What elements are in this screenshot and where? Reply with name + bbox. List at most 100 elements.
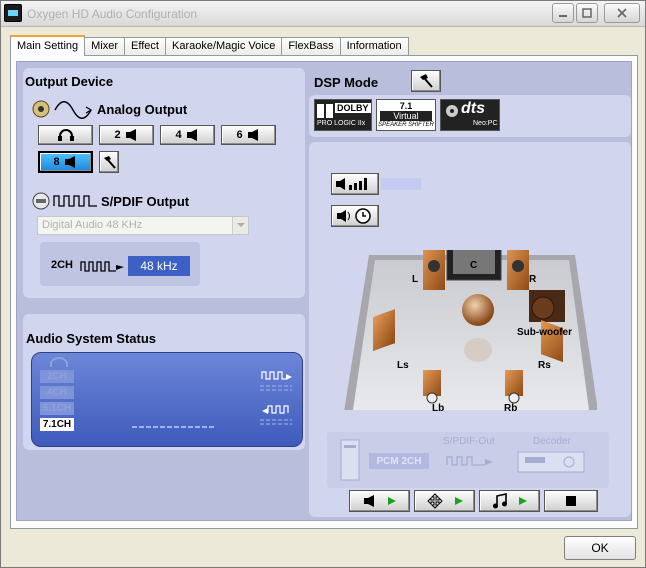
test-music-play-button[interactable] xyxy=(479,490,540,512)
indicator-lines xyxy=(260,419,292,425)
app-window: Oxygen HD Audio Configuration Main Setti… xyxy=(0,0,646,568)
tab-information[interactable]: Information xyxy=(339,37,409,56)
tab-bar: Main Setting Mixer Effect Karaoke/Magic … xyxy=(10,35,409,56)
spdif-format-value: Digital Audio 48 KHz xyxy=(42,219,143,231)
rotate-icon xyxy=(426,493,443,509)
dsp-mode-title: DSP Mode xyxy=(314,75,379,90)
spdif-format-dropdown[interactable]: Digital Audio 48 KHz xyxy=(37,216,249,235)
channel-4-label: 4 xyxy=(175,129,182,141)
spdif-channel-box: 2CH 48 kHz xyxy=(40,242,200,286)
headphones-icon xyxy=(50,357,68,367)
audio-status-title: Audio System Status xyxy=(26,331,157,346)
hammer-icon xyxy=(420,74,433,88)
dts-sub-label: Neo:PC xyxy=(473,120,498,127)
headphones-icon xyxy=(57,129,74,141)
output-device-title: Output Device xyxy=(25,74,114,89)
digital-in-icon xyxy=(261,371,292,380)
test-speaker-play-button[interactable] xyxy=(349,490,410,512)
spdif-jack-icon xyxy=(32,192,50,210)
analog-jack-icon xyxy=(32,100,50,118)
analog-output-label: Analog Output xyxy=(97,102,188,117)
channel-headphone-button[interactable] xyxy=(38,125,93,145)
title-bar: Oxygen HD Audio Configuration xyxy=(1,1,645,27)
spdif-output-label: S/PDIF Output xyxy=(101,194,190,209)
minimize-button[interactable] xyxy=(552,3,574,23)
window-title: Oxygen HD Audio Configuration xyxy=(27,7,198,21)
analog-wave-icon xyxy=(54,101,93,119)
tab-flexbass[interactable]: FlexBass xyxy=(281,37,341,56)
status-2ch: 2CH xyxy=(40,370,74,383)
status-4ch: 4CH xyxy=(40,386,74,399)
digital-wave-icon xyxy=(53,195,97,207)
volume-level-button[interactable] xyxy=(331,173,379,195)
content-area: Output Device Analog Output 2 4 6 8 S/PD… xyxy=(16,61,632,521)
digital-out-icon xyxy=(262,405,289,414)
speaker-icon xyxy=(125,129,136,141)
channel-4-button[interactable]: 4 xyxy=(160,125,215,145)
chevron-down-icon[interactable] xyxy=(232,217,248,234)
speaker-settings-button[interactable] xyxy=(99,151,119,173)
dts-logo-button[interactable]: dts Neo:PC xyxy=(440,99,500,131)
volume-glow xyxy=(381,178,421,190)
maximize-icon xyxy=(582,8,592,18)
channel-8-label: 8 xyxy=(53,156,60,168)
channel-2-button[interactable]: 2 xyxy=(99,125,154,145)
hammer-icon xyxy=(104,156,116,169)
computer-icon xyxy=(340,439,360,481)
signal-chain-panel: PCM 2CH S/PDIF-Out Decoder xyxy=(327,432,609,488)
indicator-lines xyxy=(260,385,292,391)
level-meter xyxy=(132,426,214,428)
test-rotate-play-button[interactable] xyxy=(414,490,475,512)
tab-effect[interactable]: Effect xyxy=(124,37,166,56)
channel-6-label: 6 xyxy=(236,129,243,141)
speaker-label-r: R xyxy=(529,274,537,285)
dts-label: dts xyxy=(461,100,485,117)
speaker-shifter-label: SPEAKER SHIFTER xyxy=(378,122,434,128)
minimize-icon xyxy=(559,15,567,17)
speaker-icon xyxy=(363,495,374,507)
tab-main-setting[interactable]: Main Setting xyxy=(10,35,86,56)
channel-8-button[interactable]: 8 xyxy=(38,151,93,173)
speaker-label-sub: Sub-woofer xyxy=(517,327,572,338)
music-note-icon xyxy=(492,493,507,509)
tab-karaoke[interactable]: Karaoke/Magic Voice xyxy=(164,37,283,56)
stop-icon xyxy=(566,496,576,506)
digital-signal-icon xyxy=(446,456,493,466)
speaker-label-rb: Rb xyxy=(504,403,518,414)
play-icon xyxy=(454,497,463,505)
pcm-format-label: PCM 2CH xyxy=(369,453,429,469)
decoder-label: Decoder xyxy=(533,436,571,447)
spdif-channel-label: 2CH xyxy=(51,259,74,271)
status-7-1ch: 7.1CH xyxy=(40,418,74,431)
frequency-display: 48 kHz xyxy=(128,256,190,276)
status-5-1ch: 5.1CH xyxy=(40,402,74,415)
speaker-label-c: C xyxy=(470,260,478,271)
channel-6-button[interactable]: 6 xyxy=(221,125,276,145)
speaker-label-rs: Rs xyxy=(538,360,551,371)
virtual-speaker-button[interactable]: 7.1 Virtual SPEAKER SHIFTER xyxy=(376,99,436,131)
tab-mixer[interactable]: Mixer xyxy=(84,37,126,56)
digital-signal-icon xyxy=(80,261,124,272)
dsp-settings-button[interactable] xyxy=(411,70,441,92)
audio-status-panel: 2CH 4CH 5.1CH 7.1CH xyxy=(31,352,303,447)
virtual-label: Virtual xyxy=(380,111,432,121)
tab-panel: Output Device Analog Output 2 4 6 8 S/PD… xyxy=(10,55,638,529)
speaker-label-ls: Ls xyxy=(397,360,409,371)
output-device-section: Output Device Analog Output 2 4 6 8 S/PD… xyxy=(23,68,305,298)
speaker-delay-icon xyxy=(337,208,371,224)
dolby-logo-button[interactable]: DOLBY PRO LOGIC IIx xyxy=(314,99,372,131)
dolby-label: DOLBY xyxy=(335,103,371,113)
decoder-icon xyxy=(517,451,585,473)
virtual-7-1-label: 7.1 xyxy=(399,101,413,111)
speaker-icon xyxy=(247,129,258,141)
ok-button[interactable]: OK xyxy=(564,536,636,560)
close-button[interactable] xyxy=(604,3,640,23)
volume-bars-icon xyxy=(336,178,367,190)
play-icon xyxy=(387,497,396,505)
dts-disc-icon xyxy=(446,105,458,117)
speaker-icon xyxy=(186,129,197,141)
maximize-button[interactable] xyxy=(576,3,598,23)
speaker-delay-button[interactable] xyxy=(331,205,379,227)
stop-button[interactable] xyxy=(544,490,598,512)
speaker-label-lb: Lb xyxy=(432,403,445,414)
